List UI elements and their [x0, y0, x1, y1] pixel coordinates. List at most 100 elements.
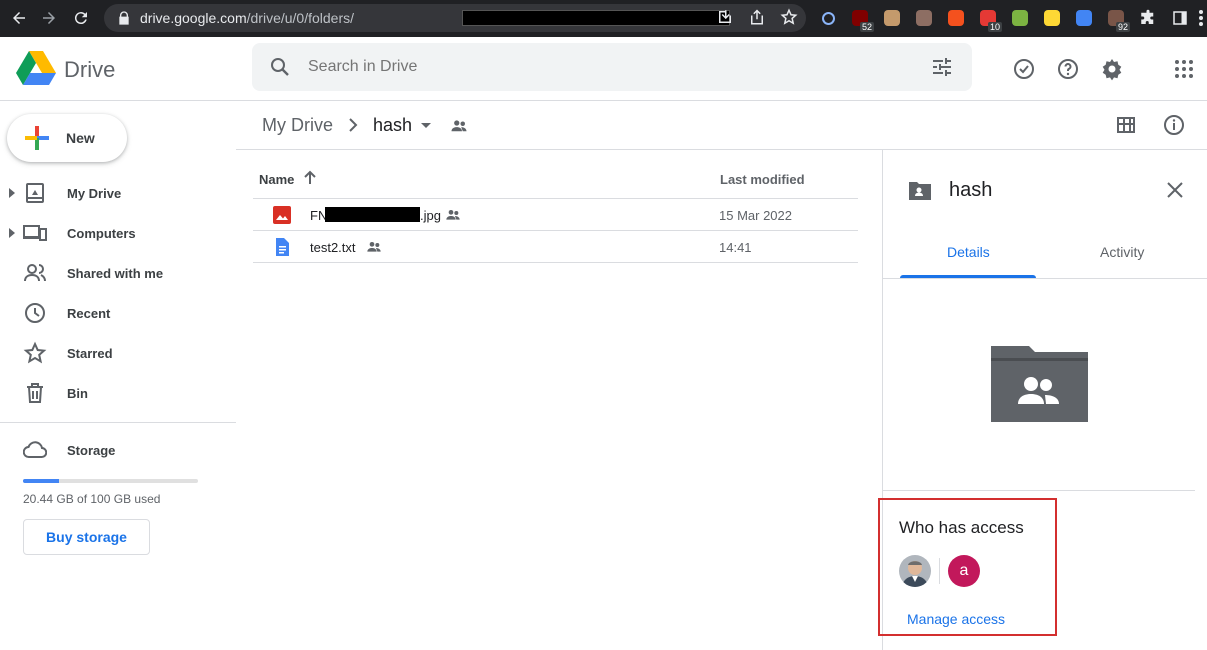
- help-icon[interactable]: [1056, 57, 1080, 81]
- dropdown-arrow-icon[interactable]: [420, 122, 432, 130]
- back-icon[interactable]: [4, 3, 34, 33]
- details-divider: [883, 490, 1195, 491]
- ext-translate-icon[interactable]: [1072, 5, 1096, 31]
- ext-lighthouse-icon[interactable]: [944, 5, 968, 31]
- new-button[interactable]: New: [7, 114, 127, 162]
- extension-badge: 52: [859, 22, 874, 32]
- settings-gear-icon[interactable]: [1100, 57, 1124, 81]
- apps-grid-icon[interactable]: [1172, 57, 1196, 81]
- shared-with-me-icon: [24, 264, 46, 282]
- info-icon[interactable]: [1162, 113, 1186, 137]
- file-name-redaction: [325, 207, 420, 222]
- drive-logo-icon[interactable]: [16, 51, 56, 87]
- ext-cookie-icon-glyph: [916, 10, 932, 26]
- who-has-access-title: Who has access: [899, 518, 1024, 537]
- url-path: /drive/u/0/folders/: [246, 10, 355, 26]
- sort-ascending-icon[interactable]: [303, 170, 317, 186]
- sidebar-item-starred[interactable]: Starred: [0, 337, 236, 369]
- search-ext-icon[interactable]: [816, 5, 840, 31]
- file-modified: 14:41: [719, 240, 752, 255]
- breadcrumb-my-drive[interactable]: My Drive: [262, 115, 333, 136]
- extensions-bar: 52 10 92: [816, 5, 1130, 32]
- bookmark-star-icon[interactable]: [780, 8, 798, 26]
- search-options-icon[interactable]: [930, 55, 954, 79]
- tab-details[interactable]: Details: [947, 244, 990, 260]
- buy-storage-button[interactable]: Buy storage: [23, 519, 150, 555]
- breadcrumb-current-folder[interactable]: hash: [373, 115, 412, 136]
- manage-access-link[interactable]: Manage access: [907, 611, 1005, 627]
- file-row[interactable]: FN .jpg 15 Mar 2022: [253, 199, 858, 231]
- offline-ready-icon[interactable]: [1012, 57, 1036, 81]
- sidebar-item-label: Starred: [67, 345, 113, 361]
- shared-folder-icon: [909, 182, 931, 200]
- reload-icon[interactable]: [66, 3, 96, 33]
- grid-view-icon[interactable]: [1114, 113, 1138, 137]
- address-bar[interactable]: drive.google.com/drive/u/0/folders/: [104, 4, 806, 32]
- avatar[interactable]: a: [948, 555, 980, 587]
- sidebar-item-shared-with-me[interactable]: Shared with me: [0, 257, 236, 289]
- sidebar-item-label: Recent: [67, 305, 111, 321]
- close-icon[interactable]: [1165, 180, 1185, 200]
- lock-icon: [119, 11, 129, 25]
- ext-calendar-icon[interactable]: 10: [976, 5, 1002, 32]
- storage-progress-fill: [23, 479, 59, 483]
- sidebar-item-label: Bin: [67, 385, 88, 401]
- extensions-puzzle-icon[interactable]: [1139, 9, 1157, 27]
- ext-pen-icon[interactable]: [1040, 5, 1064, 31]
- share-icon[interactable]: [748, 8, 766, 26]
- shared-folder-people-icon: [451, 120, 467, 132]
- sidebar-item-label: My Drive: [67, 185, 122, 201]
- url-text: drive.google.com/drive/u/0/folders/: [140, 10, 354, 26]
- ext-cookie-icon[interactable]: [912, 5, 936, 31]
- tab-activity[interactable]: Activity: [1100, 244, 1144, 260]
- side-panel-icon[interactable]: [1171, 9, 1189, 27]
- avatar-separator: [939, 558, 940, 584]
- details-title: hash: [949, 179, 993, 201]
- app-name[interactable]: Drive: [64, 57, 115, 83]
- ext-color-icon[interactable]: [1008, 5, 1032, 31]
- sidebar-item-label: Computers: [67, 225, 136, 241]
- extension-badge: 92: [1115, 22, 1130, 32]
- breadcrumb: My Drive hash: [236, 101, 1207, 150]
- ext-bird-icon[interactable]: [880, 5, 904, 31]
- star-icon: [23, 341, 47, 364]
- shared-folder-preview-icon: [991, 346, 1088, 422]
- expand-caret-icon[interactable]: [8, 228, 16, 238]
- ext-tree-icon[interactable]: 92: [1104, 5, 1130, 32]
- browser-menu-icon[interactable]: [1198, 9, 1204, 27]
- column-last-modified[interactable]: Last modified: [720, 172, 805, 187]
- expand-caret-icon[interactable]: [8, 188, 16, 198]
- ext-color-icon-glyph: [1012, 10, 1028, 26]
- sidebar-item-bin[interactable]: Bin: [0, 377, 236, 409]
- ublock-icon[interactable]: 52: [848, 5, 874, 32]
- my-drive-icon: [26, 183, 44, 203]
- new-button-label: New: [66, 130, 95, 146]
- plus-icon: [25, 126, 49, 150]
- sidebar-item-label: Shared with me: [67, 265, 164, 281]
- avatar[interactable]: [899, 555, 931, 587]
- storage-label: Storage: [67, 442, 116, 458]
- ext-bird-icon-glyph: [884, 10, 900, 26]
- image-file-icon: [273, 206, 291, 224]
- extension-badge: 10: [987, 22, 1002, 32]
- sidebar-divider: [0, 422, 236, 423]
- file-list-header: Name Last modified: [253, 166, 858, 199]
- search-icon[interactable]: [268, 55, 292, 79]
- forward-icon[interactable]: [34, 3, 64, 33]
- sidebar-item-storage[interactable]: Storage: [0, 434, 236, 466]
- column-name[interactable]: Name: [259, 172, 294, 187]
- drive-header: Drive: [0, 37, 1207, 101]
- install-icon[interactable]: [716, 8, 734, 26]
- chevron-right-icon: [349, 118, 358, 132]
- sidebar-item-recent[interactable]: Recent: [0, 297, 236, 329]
- search-box[interactable]: [252, 43, 972, 91]
- search-ext-icon-glyph: [821, 11, 835, 25]
- url-redaction: [462, 10, 730, 26]
- cloud-icon: [23, 441, 47, 458]
- file-row[interactable]: test2.txt 14:41: [253, 231, 858, 263]
- storage-progress-bar: [23, 479, 198, 483]
- sidebar-item-my-drive[interactable]: My Drive: [0, 177, 236, 209]
- search-input[interactable]: [308, 55, 908, 79]
- sidebar-item-computers[interactable]: Computers: [0, 217, 236, 249]
- ext-lighthouse-icon-glyph: [948, 10, 964, 26]
